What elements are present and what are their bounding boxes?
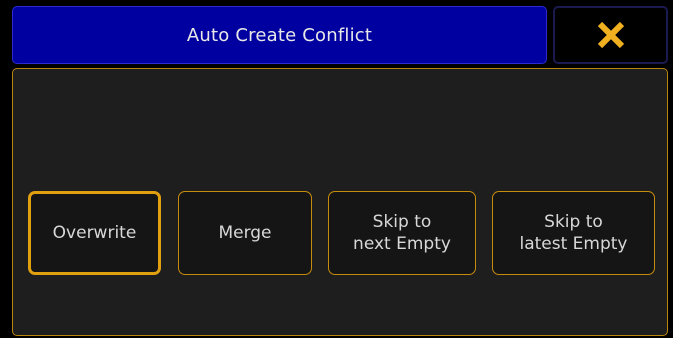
skip-to-next-empty-label: Skip to next Empty [353,212,451,254]
overwrite-label: Overwrite [52,223,137,243]
auto-create-conflict-dialog: Auto Create Conflict Overwrite Merge Ski… [0,0,673,338]
close-x-icon [596,20,626,50]
merge-button[interactable]: Merge [178,191,312,275]
overwrite-button[interactable]: Overwrite [28,191,161,275]
skip-to-latest-empty-label: Skip to latest Empty [519,212,628,254]
dialog-title: Auto Create Conflict [186,24,373,46]
merge-label: Merge [218,223,272,243]
skip-to-next-empty-button[interactable]: Skip to next Empty [328,191,476,275]
skip-to-latest-empty-button[interactable]: Skip to latest Empty [492,191,655,275]
title-bar: Auto Create Conflict [12,6,547,64]
close-button[interactable] [553,6,668,64]
content-panel: Overwrite Merge Skip to next Empty Skip … [12,68,668,336]
